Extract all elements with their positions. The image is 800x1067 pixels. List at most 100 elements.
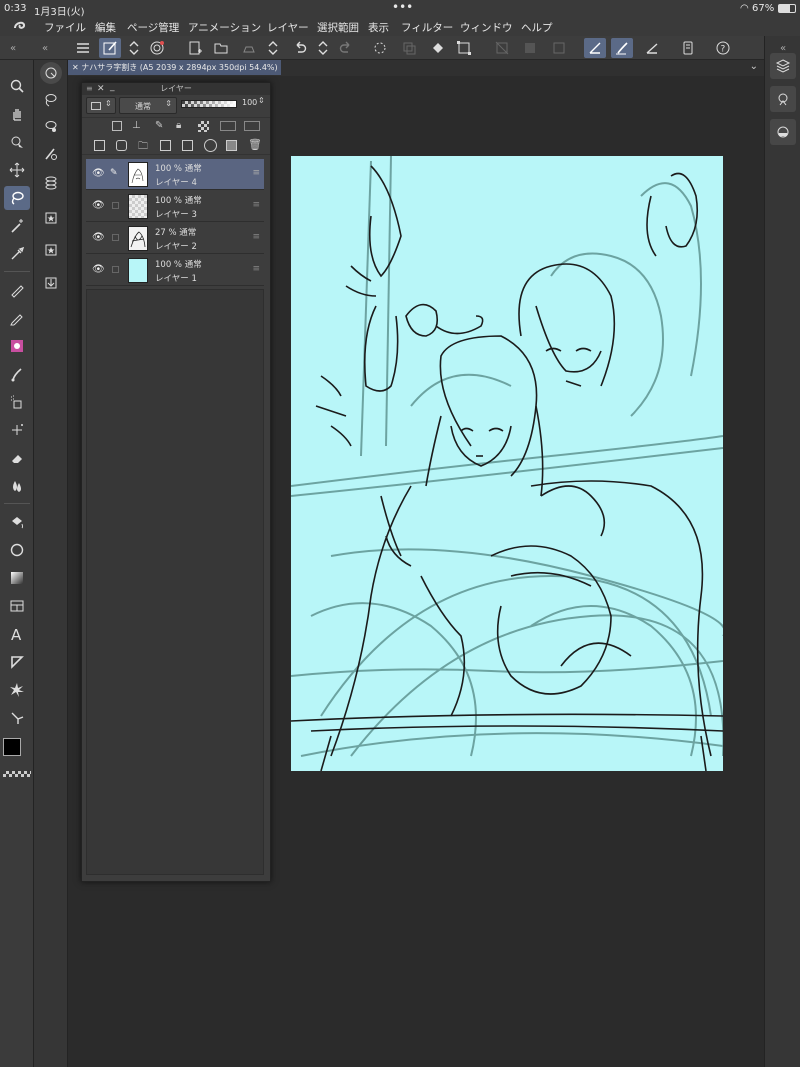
blend-tool-icon[interactable]	[4, 474, 30, 498]
special-ruler-icon[interactable]	[641, 38, 663, 58]
undo-switch-icon[interactable]	[312, 38, 334, 58]
new-canvas-icon[interactable]	[184, 38, 206, 58]
invert-selection-icon[interactable]	[519, 38, 541, 58]
layer-checkbox[interactable]	[112, 234, 119, 241]
app-logo-icon[interactable]	[12, 19, 28, 36]
gradient-tool-icon[interactable]	[4, 566, 30, 590]
menu-view[interactable]: 表示	[368, 20, 389, 35]
smartphone-icon[interactable]	[677, 38, 699, 58]
editing-pen-icon[interactable]: ✎	[110, 168, 118, 178]
help-icon[interactable]: ?	[712, 38, 734, 58]
shrink-selection-icon[interactable]	[38, 170, 64, 194]
opacity-stepper-icon[interactable]: ⇕	[258, 96, 265, 105]
eraser-icon[interactable]	[4, 446, 30, 470]
loading-icon[interactable]	[369, 38, 391, 58]
menu-file[interactable]: ファイル	[44, 20, 86, 35]
transform-icon[interactable]	[453, 38, 475, 58]
combine-lower-layer-icon[interactable]	[182, 140, 193, 151]
effect-line-icon[interactable]	[4, 678, 30, 702]
new-vector-layer-icon[interactable]	[116, 140, 127, 151]
panel-minimize-icon[interactable]: _	[110, 81, 115, 93]
apply-mask-icon[interactable]	[226, 140, 237, 151]
material-icon[interactable]	[38, 206, 64, 230]
brush-snap-icon[interactable]	[611, 38, 633, 58]
hand-tool-icon[interactable]	[4, 102, 30, 126]
menu-page[interactable]: ページ管理	[127, 20, 179, 35]
layer-color-dropdown[interactable]: ⇕	[86, 97, 116, 114]
transfer-lower-layer-icon[interactable]	[160, 140, 171, 151]
edit-mode-icon[interactable]	[99, 38, 121, 58]
airbrush-icon[interactable]	[4, 390, 30, 414]
drawing-canvas[interactable]	[290, 155, 726, 772]
menu-window[interactable]: ウィンドウ	[460, 20, 513, 35]
eye-icon[interactable]: 👁︎	[92, 232, 105, 243]
navigator-panel-toggle-icon[interactable]	[770, 119, 796, 145]
hamburger-menu-icon[interactable]	[72, 38, 94, 58]
fill-icon[interactable]	[427, 38, 449, 58]
layer-row[interactable]: 👁︎ 100 % 通常 レイヤー 3 ≡	[86, 191, 264, 222]
reference-layer-icon[interactable]: ⊥	[132, 120, 141, 131]
layer-checkbox[interactable]	[112, 202, 119, 209]
lock-icon[interactable]: 🔒︎	[176, 120, 181, 131]
drag-handle-icon[interactable]: ≡	[252, 264, 260, 274]
collapse-left-icon[interactable]: «	[2, 38, 24, 58]
layer-checkbox[interactable]	[112, 266, 119, 273]
mode-switch-icon[interactable]	[123, 38, 145, 58]
brush-custom-icon[interactable]	[4, 334, 30, 358]
layer-row[interactable]: 👁︎ ✎ 100 % 通常 レイヤー 4 ≡	[86, 159, 264, 190]
mask-show-icon[interactable]	[244, 121, 260, 131]
selection-pen-icon[interactable]	[38, 115, 64, 139]
pen-tool-icon[interactable]	[4, 278, 30, 302]
ruler-snap-icon[interactable]	[584, 38, 606, 58]
eyedropper-icon[interactable]	[4, 242, 30, 266]
eye-icon[interactable]: 👁︎	[92, 264, 105, 275]
panel-menu-icon[interactable]: ≡	[86, 83, 93, 95]
layer-mask-icon[interactable]	[204, 139, 217, 152]
layer-panel-toggle-icon[interactable]	[770, 53, 796, 79]
color-panel-toggle-icon[interactable]	[770, 86, 796, 112]
menu-filter[interactable]: フィルター	[401, 20, 453, 35]
pencil-tool-icon[interactable]	[4, 306, 30, 330]
clear-selection-icon[interactable]	[491, 38, 513, 58]
main-color-swatch[interactable]	[3, 738, 21, 756]
download-icon[interactable]	[38, 271, 64, 295]
chevron-down-icon[interactable]: ⌄	[750, 61, 758, 72]
open-folder-icon[interactable]	[210, 38, 232, 58]
eye-icon[interactable]: 👁︎	[92, 168, 105, 179]
document-tab[interactable]: ✕ ナハサラ字割き (A5 2039 x 2894px 350dpi 54.4%…	[68, 60, 281, 75]
companion-icon[interactable]	[146, 38, 168, 58]
zoom-tool-icon[interactable]	[4, 74, 30, 98]
lasso-selection-icon[interactable]	[38, 88, 64, 112]
decoration-icon[interactable]	[4, 418, 30, 442]
trash-icon[interactable]: 🗑︎	[248, 138, 262, 151]
blend-mode-select[interactable]: 通常 ⇕	[119, 97, 177, 114]
fill-tool-icon[interactable]	[4, 510, 30, 534]
frame-tool-icon[interactable]	[4, 594, 30, 618]
drag-handle-icon[interactable]: ≡	[252, 168, 260, 178]
mask-enable-icon[interactable]	[220, 121, 236, 131]
layer-row[interactable]: 👁︎ 27 % 通常 レイヤー 2 ≡	[86, 223, 264, 254]
material-star-icon[interactable]	[38, 238, 64, 262]
close-tab-icon[interactable]: ✕	[72, 63, 79, 72]
opacity-slider[interactable]	[181, 100, 237, 108]
menu-selection[interactable]: 選択範囲	[317, 20, 359, 35]
correct-line-icon[interactable]	[4, 706, 30, 730]
draft-layer-icon[interactable]: ✎	[155, 120, 163, 131]
text-tool-icon[interactable]: A	[4, 622, 30, 646]
shape-tool-icon[interactable]	[4, 538, 30, 562]
panel-close-icon[interactable]: ✕	[97, 83, 105, 95]
magic-wand-icon[interactable]	[4, 214, 30, 238]
menu-edit[interactable]: 編集	[95, 20, 116, 35]
object-tool-icon[interactable]	[4, 130, 30, 154]
drag-handle-icon[interactable]: ≡	[252, 200, 260, 210]
lock-transparent-icon[interactable]	[198, 121, 209, 132]
lasso-subtool-icon[interactable]	[40, 62, 62, 84]
save-icon[interactable]	[238, 38, 260, 58]
layer-row[interactable]: 👁︎ 100 % 通常 レイヤー 1 ≡	[86, 255, 264, 286]
copy-icon[interactable]	[398, 38, 420, 58]
move-tool-icon[interactable]	[4, 158, 30, 182]
transparent-color-swatch[interactable]	[3, 771, 31, 777]
lasso-tool-icon[interactable]	[4, 186, 30, 210]
drag-handle-icon[interactable]: ≡	[252, 232, 260, 242]
undo-icon[interactable]	[289, 38, 311, 58]
